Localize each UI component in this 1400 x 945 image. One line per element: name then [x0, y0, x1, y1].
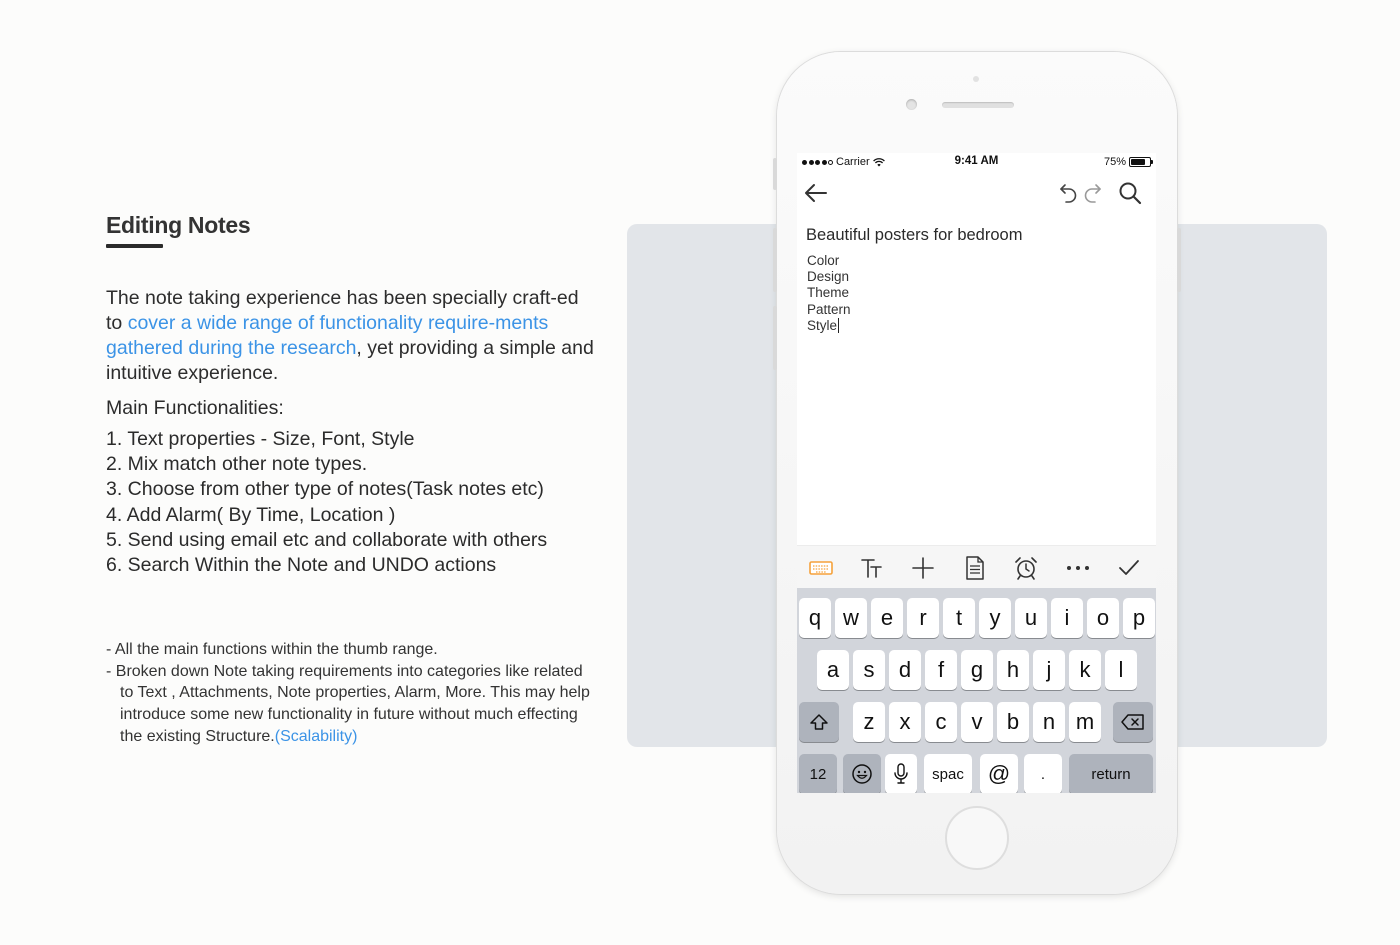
- functionality-item: 5. Send using email etc and collaborate …: [106, 528, 548, 551]
- key-j[interactable]: j: [1033, 650, 1065, 690]
- key-n[interactable]: n: [1033, 702, 1065, 742]
- note-body[interactable]: Color Design Theme Pattern Style: [807, 253, 851, 334]
- scalability-highlight: (Scalability): [274, 727, 358, 745]
- key-y[interactable]: y: [979, 598, 1011, 638]
- space-key[interactable]: spac: [924, 754, 972, 793]
- volume-up-button: [773, 228, 777, 292]
- search-icon[interactable]: [1116, 179, 1144, 207]
- functionality-item: 3. Choose from other type of notes(Task …: [106, 478, 544, 501]
- battery-icon: [1129, 157, 1153, 167]
- key-z[interactable]: z: [853, 702, 885, 742]
- power-button: [1177, 228, 1181, 292]
- battery-percent: 75%: [1103, 156, 1126, 168]
- at-key[interactable]: @: [980, 754, 1018, 793]
- key-s[interactable]: s: [853, 650, 885, 690]
- functionality-item: 4. Add Alarm( By Time, Location ): [106, 503, 396, 526]
- key-l[interactable]: l: [1105, 650, 1137, 690]
- key-p[interactable]: p: [1123, 598, 1155, 638]
- intro-paragraph: The note taking experience has been spec…: [106, 286, 596, 386]
- shift-key[interactable]: [799, 702, 839, 742]
- text-size-icon[interactable]: [859, 555, 885, 581]
- functionality-item: 1. Text properties - Size, Font, Style: [106, 428, 415, 450]
- key-w[interactable]: w: [835, 598, 867, 638]
- main-functionalities-heading: Main Functionalities:: [106, 397, 284, 419]
- key-i[interactable]: i: [1051, 598, 1083, 638]
- key-f[interactable]: f: [925, 650, 957, 690]
- emoji-key[interactable]: [843, 754, 881, 793]
- description-panel: Editing Notes The note taking experience…: [106, 212, 596, 747]
- note-line: Pattern: [807, 301, 851, 317]
- status-bar: Carrier 9:41 AM 75%: [797, 153, 1156, 171]
- design-notes: - All the main functions within the thum…: [106, 639, 596, 747]
- note-line-active: Style: [807, 317, 851, 334]
- numbers-key[interactable]: 12: [799, 754, 837, 793]
- key-r[interactable]: r: [907, 598, 939, 638]
- key-x[interactable]: x: [889, 702, 921, 742]
- functionality-item: 2. Mix match other note types.: [106, 453, 368, 476]
- note-line: Color: [807, 253, 840, 268]
- key-v[interactable]: v: [961, 702, 993, 742]
- more-icon[interactable]: [1065, 555, 1091, 581]
- section-title: Editing Notes: [106, 212, 251, 238]
- functionality-list: 1. Text properties - Size, Font, Style 2…: [106, 427, 596, 578]
- backspace-icon: [1121, 714, 1144, 730]
- key-u[interactable]: u: [1015, 598, 1047, 638]
- mute-switch: [773, 158, 777, 190]
- key-m[interactable]: m: [1069, 702, 1101, 742]
- microphone-key[interactable]: [885, 754, 917, 793]
- key-d[interactable]: d: [889, 650, 921, 690]
- nav-bar: [797, 179, 1156, 209]
- delete-key[interactable]: [1113, 702, 1153, 742]
- microphone-icon: [894, 763, 908, 784]
- design-note: - Broken down Note taking requirements i…: [106, 661, 596, 747]
- functionality-item: 6. Search Within the Note and UNDO actio…: [106, 554, 497, 577]
- phone-screen: Carrier 9:41 AM 75% Beautiful posters fo…: [797, 153, 1156, 793]
- shift-icon: [810, 714, 828, 730]
- check-icon[interactable]: [1116, 555, 1142, 581]
- plus-icon[interactable]: [910, 555, 936, 581]
- title-underline: [106, 244, 163, 248]
- note-line-text: Style: [807, 317, 838, 333]
- volume-down-button: [773, 306, 777, 370]
- keyboard: q w e r t y u i o p a s d f g h j k l z …: [797, 588, 1156, 793]
- back-arrow-icon[interactable]: [802, 179, 830, 207]
- home-button[interactable]: [945, 806, 1009, 870]
- note-line: Theme: [807, 285, 850, 301]
- status-time: 9:41 AM: [954, 155, 999, 167]
- redo-icon[interactable]: [1078, 179, 1106, 207]
- document-icon[interactable]: [962, 555, 988, 581]
- phone-mockup: Carrier 9:41 AM 75% Beautiful posters fo…: [773, 52, 1181, 894]
- note-line: Design: [807, 269, 850, 285]
- note-title[interactable]: Beautiful posters for bedroom: [806, 226, 1022, 245]
- design-note: - All the main functions within the thum…: [106, 641, 438, 659]
- key-o[interactable]: o: [1087, 598, 1119, 638]
- key-h[interactable]: h: [997, 650, 1029, 690]
- front-camera: [906, 99, 917, 110]
- key-q[interactable]: q: [799, 598, 831, 638]
- earpiece-speaker: [942, 102, 1014, 108]
- keyboard-icon[interactable]: [808, 555, 834, 581]
- key-k[interactable]: k: [1069, 650, 1101, 690]
- key-c[interactable]: c: [925, 702, 957, 742]
- key-t[interactable]: t: [943, 598, 975, 638]
- editing-toolbar: [797, 545, 1156, 588]
- alarm-clock-icon[interactable]: [1013, 555, 1039, 581]
- dot-key[interactable]: .: [1024, 754, 1062, 793]
- proximity-sensor: [973, 76, 979, 82]
- emoji-icon: [852, 764, 872, 784]
- text-cursor: [838, 317, 840, 333]
- key-a[interactable]: a: [817, 650, 849, 690]
- key-b[interactable]: b: [997, 702, 1029, 742]
- return-key[interactable]: return: [1069, 754, 1153, 793]
- key-e[interactable]: e: [871, 598, 903, 638]
- key-g[interactable]: g: [961, 650, 993, 690]
